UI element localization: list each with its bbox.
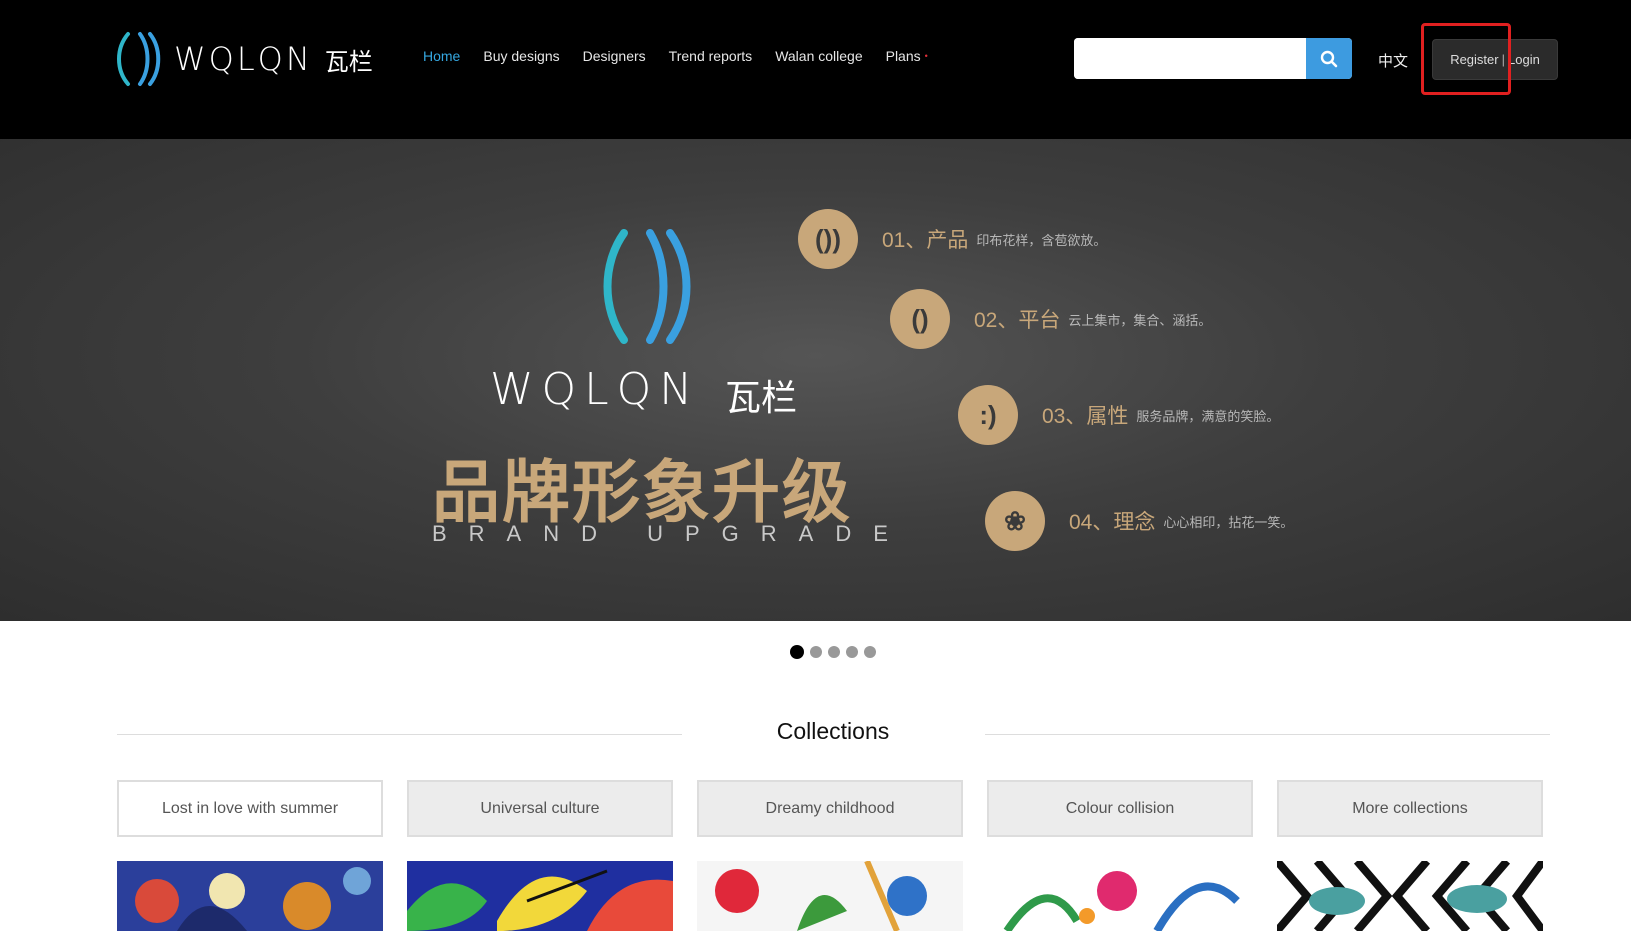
banner-subheadline: BRAND UPGRADE: [432, 521, 910, 546]
login-link[interactable]: Login: [1508, 52, 1540, 67]
tab-colour-collision[interactable]: Colour collision: [987, 780, 1253, 837]
feature-item: ❀ 04、理念 心心相印，拈花一笑。: [985, 491, 1293, 551]
flower-badge-icon: ❀: [985, 491, 1045, 551]
carousel-dot[interactable]: [810, 646, 822, 658]
banner-logo-text: WQLQN: [490, 364, 701, 415]
nav-designers[interactable]: Designers: [583, 48, 646, 64]
collection-thumbnail[interactable]: [117, 861, 383, 931]
feature-desc: 印布花样，含苞欲放。: [976, 232, 1107, 248]
banner-logo-cn: 瓦栏: [725, 378, 798, 419]
smile-badge-icon: :): [958, 385, 1018, 445]
site-header: WQLQN 瓦栏 Home Buy designs Designers Tren…: [0, 0, 1631, 139]
feature-title: 02、平台: [974, 309, 1061, 332]
search-input[interactable]: [1074, 38, 1306, 79]
carousel-dots: [790, 645, 876, 659]
collection-thumbnail[interactable]: [697, 861, 963, 931]
feature-item: :) 03、属性 服务品牌，满意的笑脸。: [958, 385, 1279, 445]
divider: [985, 734, 1550, 735]
tab-dreamy-childhood[interactable]: Dreamy childhood: [697, 780, 963, 837]
tab-more-collections[interactable]: More collections: [1277, 780, 1543, 837]
collection-thumbnails: [117, 861, 1543, 931]
product-badge-icon: ()): [798, 209, 858, 269]
divider: [117, 734, 682, 735]
nav-walan-college[interactable]: Walan college: [775, 48, 862, 64]
feature-item: ()) 01、产品 印布花样，含苞欲放。: [798, 209, 1106, 269]
collection-thumbnail[interactable]: [407, 861, 673, 931]
carousel-dot[interactable]: [828, 646, 840, 658]
carousel-dot[interactable]: [864, 646, 876, 658]
feature-title: 01、产品: [882, 229, 969, 252]
feature-desc: 心心相印，拈花一笑。: [1163, 514, 1294, 530]
main-nav: Home Buy designs Designers Trend reports…: [423, 48, 951, 64]
new-dot-icon: •: [924, 51, 928, 61]
collection-thumbnail[interactable]: [987, 861, 1253, 931]
collections-title: Collections: [776, 718, 890, 744]
nav-trend-reports[interactable]: Trend reports: [669, 48, 753, 64]
nav-home[interactable]: Home: [423, 48, 460, 64]
tab-lost-in-love-with-summer[interactable]: Lost in love with summer: [117, 780, 383, 837]
auth-buttons: Register | Login: [1432, 39, 1558, 80]
language-switch[interactable]: 中文: [1378, 50, 1408, 71]
carousel-dot[interactable]: [846, 646, 858, 658]
feature-desc: 云上集市，集合、涵括。: [1068, 312, 1212, 328]
search-icon: [1320, 50, 1338, 67]
feature-desc: 服务品牌，满意的笑脸。: [1136, 408, 1280, 424]
auth-separator: |: [1501, 52, 1505, 67]
register-link[interactable]: Register: [1450, 52, 1498, 67]
search-box: [1074, 38, 1352, 79]
nav-plans[interactable]: Plans •: [886, 48, 928, 64]
platform-badge-icon: (): [890, 289, 950, 349]
tab-universal-culture[interactable]: Universal culture: [407, 780, 673, 837]
walan-logo[interactable]: WQLQN 瓦栏: [114, 28, 373, 90]
walan-logo-icon: [117, 32, 161, 86]
collection-thumbnail[interactable]: [1277, 861, 1543, 931]
hero-banner[interactable]: WQLQN 瓦栏 品牌形象升级 BRAND UPGRADE ()) 01、产品 …: [0, 139, 1631, 621]
logo-cn-text: 瓦栏: [324, 47, 373, 76]
nav-plans-label: Plans: [885, 48, 921, 64]
feature-title: 04、理念: [1069, 511, 1156, 534]
logo-text: WQLQN: [174, 40, 313, 78]
nav-buy-designs[interactable]: Buy designs: [483, 48, 559, 64]
carousel-dot[interactable]: [790, 645, 804, 659]
feature-item: () 02、平台 云上集市，集合、涵括。: [890, 289, 1211, 349]
feature-title: 03、属性: [1042, 405, 1129, 428]
banner-logo-icon: [603, 229, 691, 344]
collection-tabs: Lost in love with summer Universal cultu…: [117, 780, 1543, 837]
search-button[interactable]: [1306, 38, 1352, 79]
